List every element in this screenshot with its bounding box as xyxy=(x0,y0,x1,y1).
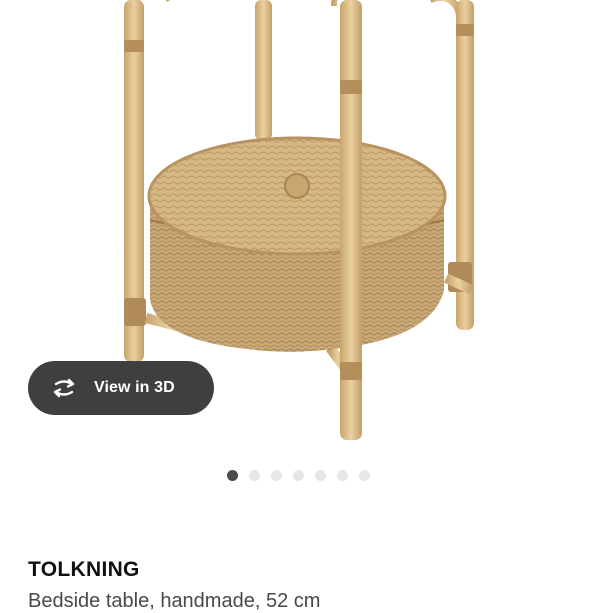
carousel-pagination xyxy=(227,469,370,481)
carousel-dot[interactable] xyxy=(249,469,260,481)
carousel-dot[interactable] xyxy=(293,469,304,481)
carousel-dot[interactable] xyxy=(227,469,238,481)
carousel-dot[interactable] xyxy=(337,469,348,481)
rotate-3d-icon xyxy=(50,377,80,399)
carousel-dot[interactable] xyxy=(271,469,282,481)
product-description: Bedside table, handmade, 52 cm xyxy=(28,590,321,612)
product-image-gallery[interactable]: View in 3D xyxy=(0,0,600,450)
view-in-3d-label: View in 3D xyxy=(94,379,175,396)
carousel-dot[interactable] xyxy=(315,469,326,481)
view-in-3d-button[interactable]: View in 3D xyxy=(28,361,214,415)
product-name: TOLKNING xyxy=(28,558,140,581)
carousel-dot[interactable] xyxy=(359,469,370,481)
